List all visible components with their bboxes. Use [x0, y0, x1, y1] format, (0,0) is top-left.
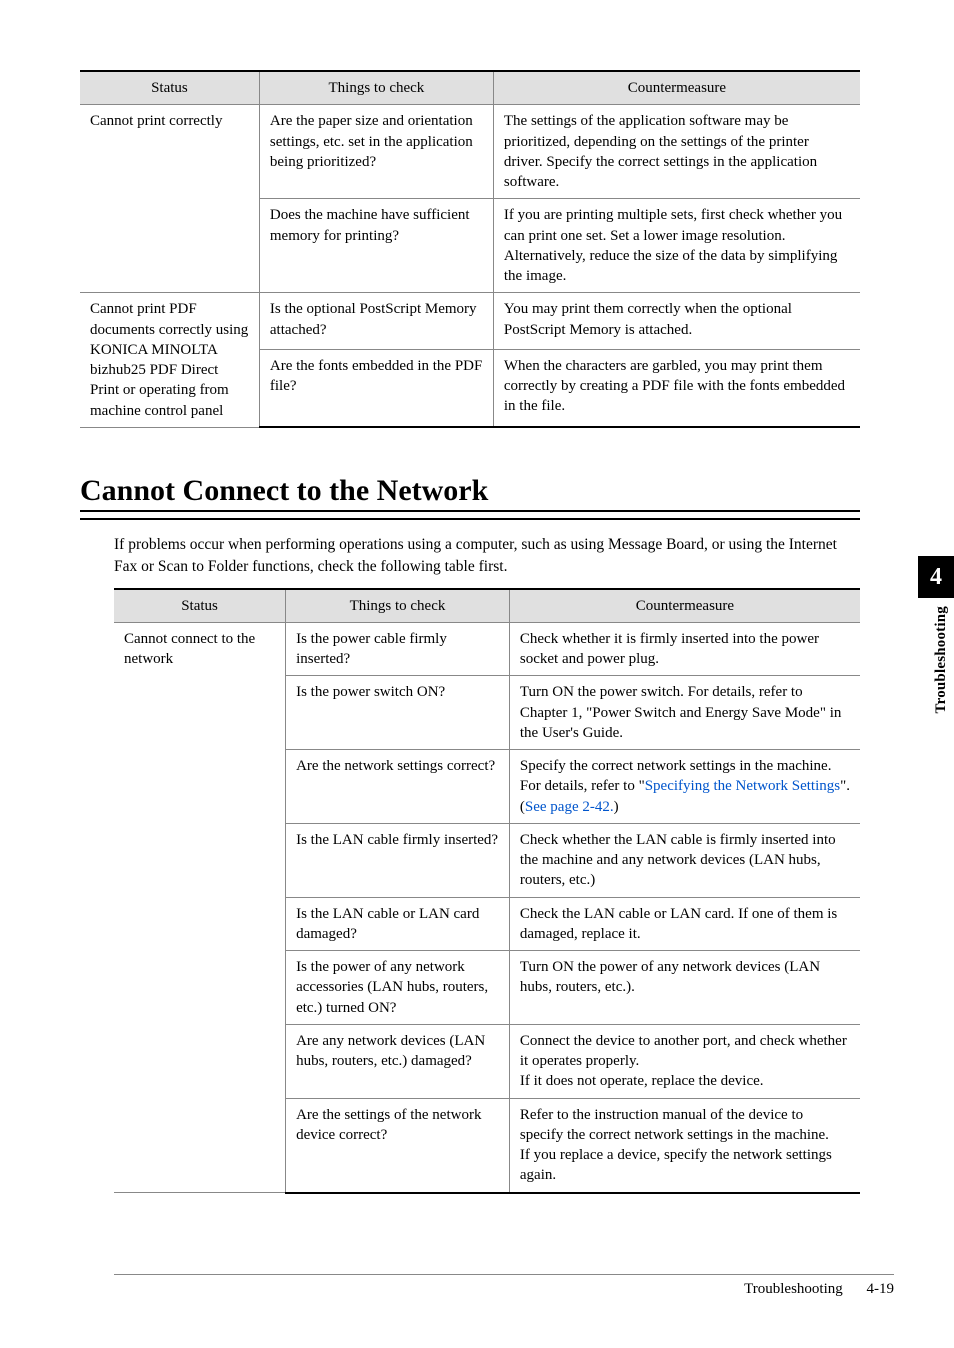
chapter-label: Troubleshooting — [933, 606, 950, 713]
status-cell: Cannot print correctly — [80, 105, 259, 293]
check-cell: Are the fonts embedded in the PDF file? — [259, 349, 493, 427]
counter-cell: When the characters are garbled, you may… — [493, 349, 860, 427]
footer-title: Troubleshooting — [744, 1281, 843, 1297]
section-heading-wrap: Cannot Connect to the Network — [80, 474, 860, 520]
th-status: Status — [80, 71, 259, 105]
section-intro: If problems occur when performing operat… — [114, 534, 860, 577]
link-specifying-network[interactable]: Specifying the Network Settings — [645, 778, 840, 794]
counter-cell: Refer to the instruction manual of the d… — [509, 1098, 860, 1193]
check-cell: Does the machine have sufficient memory … — [259, 199, 493, 293]
counter-cell: Turn ON the power of any network devices… — [509, 951, 860, 1025]
counter-cell: Check whether the LAN cable is firmly in… — [509, 823, 860, 897]
check-cell: Is the optional PostScript Memory attach… — [259, 293, 493, 349]
link-page-ref[interactable]: See page 2-42. — [525, 799, 614, 815]
table-row: Cannot print correctly Are the paper siz… — [80, 105, 860, 199]
counter-cell: The settings of the application software… — [493, 105, 860, 199]
page-footer: Troubleshooting 4-19 — [114, 1274, 894, 1298]
counter-cell: Specify the correct network settings in … — [509, 750, 860, 824]
counter-cell: Turn ON the power switch. For details, r… — [509, 676, 860, 750]
check-cell: Are the paper size and orientation setti… — [259, 105, 493, 199]
check-cell: Is the power switch ON? — [286, 676, 510, 750]
th-counter: Countermeasure — [493, 71, 860, 105]
th-check: Things to check — [286, 589, 510, 623]
footer-page: 4-19 — [867, 1281, 895, 1297]
check-cell: Are the settings of the network device c… — [286, 1098, 510, 1193]
th-check: Things to check — [259, 71, 493, 105]
text: ) — [614, 799, 619, 815]
table-row: Cannot connect to the network Is the pow… — [114, 622, 860, 676]
counter-cell: You may print them correctly when the op… — [493, 293, 860, 349]
check-cell: Are any network devices (LAN hubs, route… — [286, 1024, 510, 1098]
check-cell: Are the network settings correct? — [286, 750, 510, 824]
th-status: Status — [114, 589, 286, 623]
check-cell: Is the LAN cable or LAN card damaged? — [286, 897, 510, 951]
th-counter: Countermeasure — [509, 589, 860, 623]
counter-cell: Connect the device to another port, and … — [509, 1024, 860, 1098]
check-cell: Is the power of any network accessories … — [286, 951, 510, 1025]
table-row: Cannot print PDF documents correctly usi… — [80, 293, 860, 349]
counter-cell: Check whether it is firmly inserted into… — [509, 622, 860, 676]
page-content: Status Things to check Countermeasure Ca… — [80, 70, 860, 1194]
troubleshooting-table-2: Status Things to check Countermeasure Ca… — [114, 588, 860, 1194]
check-cell: Is the power cable firmly inserted? — [286, 622, 510, 676]
troubleshooting-table-1: Status Things to check Countermeasure Ca… — [80, 70, 860, 428]
chapter-tab: 4 — [918, 556, 954, 598]
counter-cell: If you are printing multiple sets, first… — [493, 199, 860, 293]
section-heading: Cannot Connect to the Network — [80, 474, 860, 516]
counter-cell: Check the LAN cable or LAN card. If one … — [509, 897, 860, 951]
status-cell: Cannot connect to the network — [114, 622, 286, 1192]
check-cell: Is the LAN cable firmly inserted? — [286, 823, 510, 897]
status-cell: Cannot print PDF documents correctly usi… — [80, 293, 259, 428]
